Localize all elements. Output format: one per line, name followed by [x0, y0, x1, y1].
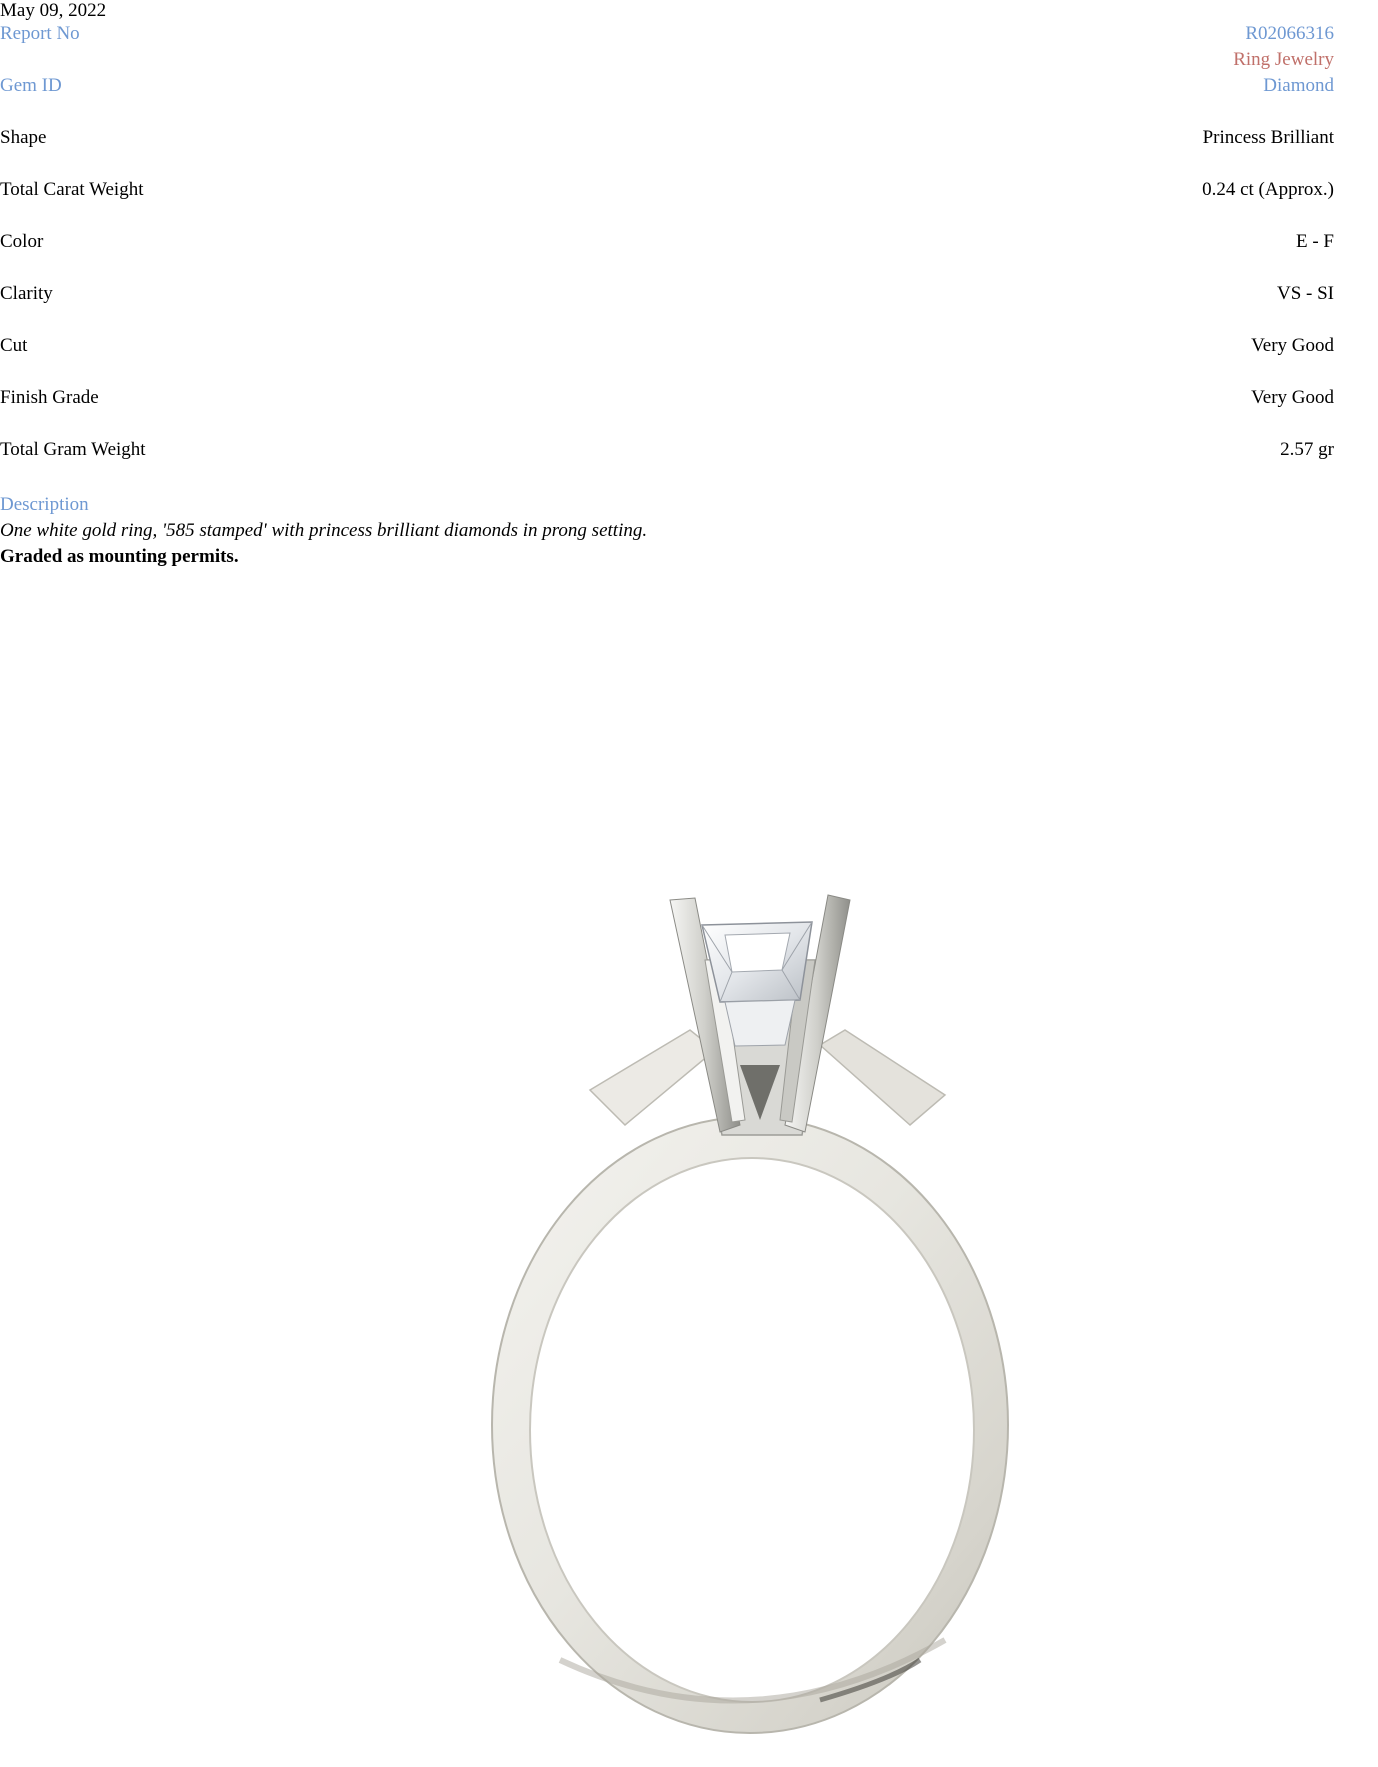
ring-shoulder-right: [818, 1029, 947, 1126]
field-label: Color: [0, 231, 44, 252]
field-row-total-gram-weight: Total Gram Weight 2.57 gr: [0, 438, 1334, 462]
gem-id-row: Gem ID Diamond: [0, 74, 1334, 98]
diamond-facet-top: [724, 932, 791, 973]
field-value: Very Good: [1251, 335, 1334, 356]
field-label: Cut: [0, 335, 28, 356]
field-label: Finish Grade: [0, 387, 99, 408]
category-value: Ring Jewelry: [1233, 49, 1334, 70]
field-value: Princess Brilliant: [1202, 127, 1334, 148]
field-row-finish-grade: Finish Grade Very Good: [0, 386, 1334, 410]
ring-band-inner: [529, 1157, 975, 1703]
description-label: Description: [0, 494, 89, 515]
field-row-clarity: Clarity VS - SI: [0, 282, 1334, 306]
field-label: Total Gram Weight: [0, 439, 146, 460]
gem-id-label: Gem ID: [0, 75, 62, 96]
field-value: 0.24 ct (Approx.): [1202, 179, 1334, 200]
report-date: May 09, 2022: [0, 0, 107, 21]
field-value: VS - SI: [1276, 283, 1334, 304]
field-label: Shape: [0, 127, 47, 148]
report-no-label: Report No: [0, 23, 80, 44]
report-no-row: Report No R02066316: [0, 22, 1334, 46]
field-row-shape: Shape Princess Brilliant: [0, 126, 1334, 150]
field-value: Very Good: [1251, 387, 1334, 408]
field-row-color: Color E - F: [0, 230, 1334, 254]
diamond-pavilion: [724, 999, 796, 1047]
description-text: One white gold ring, '585 stamped' with …: [0, 520, 648, 541]
ring-shoulder-left: [588, 1029, 717, 1127]
field-value: 2.57 gr: [1280, 439, 1334, 460]
field-row-cut: Cut Very Good: [0, 334, 1334, 358]
gem-id-value: Diamond: [1263, 75, 1334, 96]
ring-photo: [491, 894, 1009, 1734]
field-label: Total Carat Weight: [0, 179, 144, 200]
description-note: Graded as mounting permits.: [0, 546, 239, 567]
field-value: E - F: [1296, 231, 1334, 252]
field-label: Clarity: [0, 283, 53, 304]
category-row: Ring Jewelry: [0, 48, 1334, 72]
report-no-value: R02066316: [1245, 23, 1334, 44]
field-row-total-carat-weight: Total Carat Weight 0.24 ct (Approx.): [0, 178, 1334, 202]
